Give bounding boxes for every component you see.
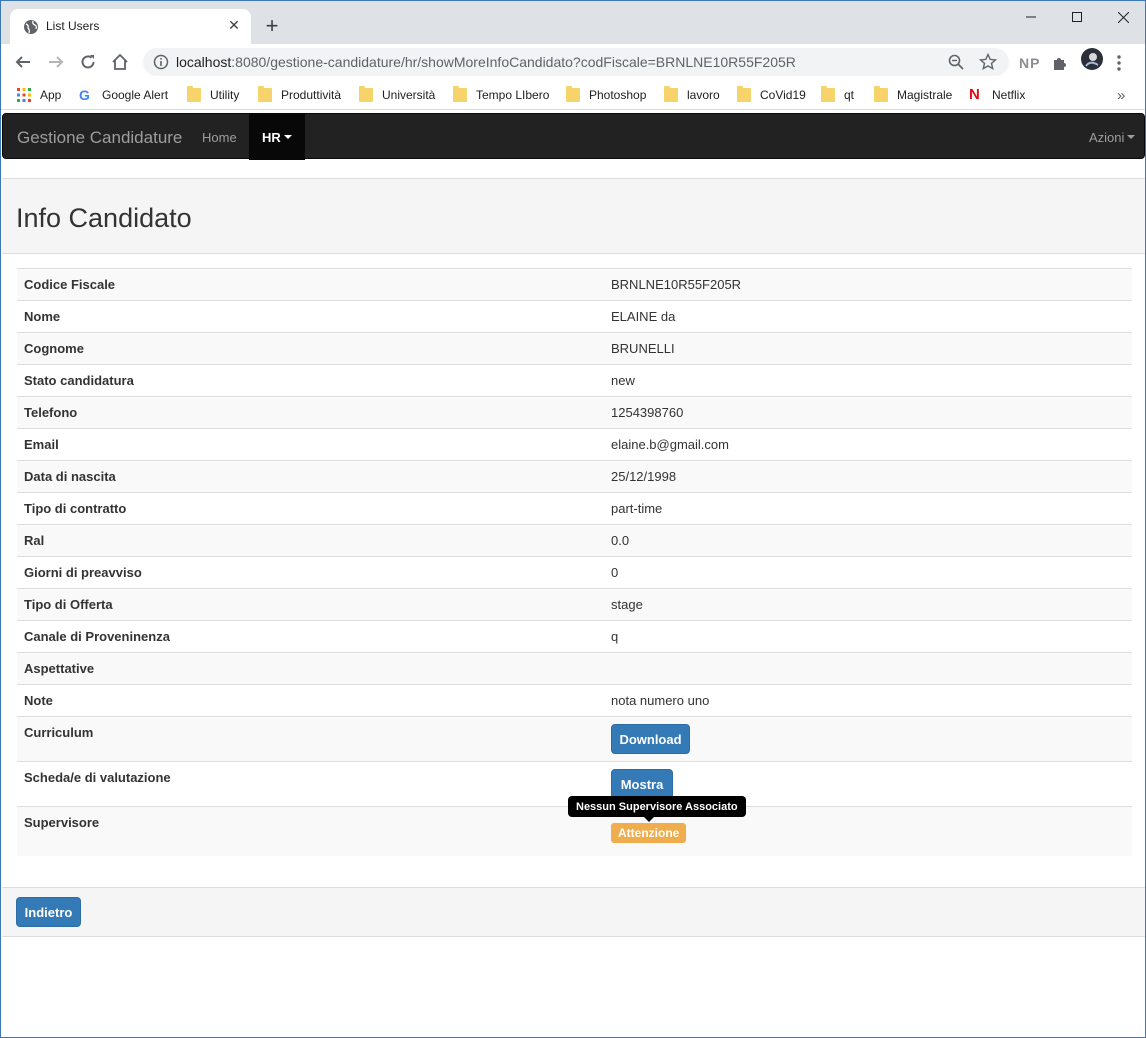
netflix-icon: N bbox=[969, 86, 980, 103]
bookmark-photoshop[interactable]: Photoshop bbox=[566, 86, 646, 104]
folder-icon bbox=[453, 86, 467, 102]
table-row: Stato candidatura new bbox=[17, 364, 1132, 396]
caret-down-icon bbox=[1127, 135, 1136, 139]
forward-arrow-icon[interactable] bbox=[44, 50, 68, 74]
table-row-curriculum: Curriculum Download bbox=[17, 716, 1132, 761]
folder-icon bbox=[821, 86, 835, 102]
panel-footer: Indietro bbox=[2, 887, 1145, 937]
url-text: localhost:8080/gestione-candidature/hr/s… bbox=[176, 54, 796, 70]
bookmark-lavoro[interactable]: lavoro bbox=[664, 86, 720, 104]
table-row: Aspettative bbox=[17, 652, 1132, 684]
download-button[interactable]: Download bbox=[611, 724, 690, 754]
mostra-button[interactable]: Mostra bbox=[611, 769, 673, 799]
bookmark-magistrale[interactable]: Magistrale bbox=[874, 86, 952, 104]
apps-grid-icon bbox=[17, 88, 31, 102]
globe-icon bbox=[24, 20, 38, 34]
folder-icon bbox=[359, 86, 373, 102]
bookmark-google-alert[interactable]: G Google Alert bbox=[79, 86, 168, 104]
menu-dots-icon[interactable] bbox=[1117, 54, 1121, 72]
maximize-icon[interactable] bbox=[1065, 7, 1089, 27]
folder-icon bbox=[664, 86, 678, 102]
folder-icon bbox=[566, 86, 580, 102]
supervisor-tooltip: Nessun Supervisore Associato bbox=[568, 796, 746, 822]
table-row: Note nota numero uno bbox=[17, 684, 1132, 716]
warning-badge[interactable]: Attenzione bbox=[611, 823, 687, 843]
close-tab-icon[interactable]: ✕ bbox=[226, 17, 242, 33]
nav-home[interactable]: Home bbox=[202, 114, 237, 160]
info-icon[interactable] bbox=[153, 54, 169, 70]
bookmark-tempo-libero[interactable]: Tempo LIbero bbox=[453, 86, 549, 104]
table-row: Email elaine.b@gmail.com bbox=[17, 428, 1132, 460]
reload-icon[interactable] bbox=[76, 50, 100, 74]
window-close-icon[interactable] bbox=[1111, 7, 1135, 27]
table-row: Telefono 1254398760 bbox=[17, 396, 1132, 428]
table-row: Data di nascita 25/12/1998 bbox=[17, 460, 1132, 492]
new-tab-icon[interactable]: + bbox=[261, 13, 283, 38]
browser-toolbar: localhost:8080/gestione-candidature/hr/s… bbox=[1, 44, 1145, 80]
profile-avatar-icon[interactable] bbox=[1081, 48, 1103, 70]
nav-azioni-dropdown[interactable]: Azioni bbox=[1089, 114, 1136, 160]
extensions-puzzle-icon[interactable] bbox=[1051, 54, 1069, 72]
navbar: Gestione Candidature Home HR Azioni bbox=[2, 113, 1145, 160]
table-row: Codice Fiscale BRNLNE10R55F205R bbox=[17, 268, 1132, 300]
bookmark-app[interactable]: App bbox=[17, 86, 61, 104]
np-extension-icon[interactable]: NP bbox=[1019, 54, 1040, 72]
browser-window: List Users ✕ + localhost:8080/gestione-c… bbox=[0, 0, 1146, 1038]
panel-heading: Info Candidato bbox=[2, 178, 1145, 254]
tab-title: List Users bbox=[46, 19, 100, 33]
bookmark-universita[interactable]: Università bbox=[359, 86, 435, 104]
table-row: Tipo di contratto part-time bbox=[17, 492, 1132, 524]
table-row: Tipo di Offerta stage bbox=[17, 588, 1132, 620]
folder-icon bbox=[258, 86, 272, 102]
folder-icon bbox=[737, 86, 751, 102]
bookmark-produttivita[interactable]: Produttività bbox=[258, 86, 341, 104]
bookmarks-overflow-icon[interactable]: » bbox=[1117, 86, 1125, 104]
caret-down-icon bbox=[283, 135, 292, 139]
bookmarks-bar: App G Google Alert Utility Produttività … bbox=[1, 80, 1145, 110]
table-row: Cognome BRUNELLI bbox=[17, 332, 1132, 364]
zoom-icon[interactable] bbox=[947, 53, 965, 71]
home-icon[interactable] bbox=[108, 50, 132, 74]
indietro-button[interactable]: Indietro bbox=[16, 897, 81, 927]
table-row: Nome ELAINE da bbox=[17, 300, 1132, 332]
bookmark-qt[interactable]: qt bbox=[821, 86, 854, 104]
browser-tab[interactable]: List Users ✕ bbox=[10, 9, 251, 44]
back-arrow-icon[interactable] bbox=[11, 50, 35, 74]
minimize-icon[interactable] bbox=[1019, 7, 1043, 27]
nav-hr-dropdown[interactable]: HR bbox=[249, 114, 305, 160]
navbar-brand[interactable]: Gestione Candidature bbox=[17, 128, 182, 148]
table-row: Ral 0.0 bbox=[17, 524, 1132, 556]
folder-icon bbox=[874, 86, 888, 102]
tab-strip: List Users ✕ + bbox=[1, 1, 1145, 44]
bookmark-star-icon[interactable] bbox=[979, 53, 997, 71]
page-title: Info Candidato bbox=[16, 203, 192, 233]
candidate-info-table: Codice Fiscale BRNLNE10R55F205R Nome ELA… bbox=[17, 268, 1132, 856]
table-row: Canale di Proveninenza q bbox=[17, 620, 1132, 652]
web-page: Gestione Candidature Home HR Azioni Info… bbox=[1, 111, 1145, 1037]
bookmark-netflix[interactable]: N Netflix bbox=[969, 86, 1025, 104]
address-bar[interactable]: localhost:8080/gestione-candidature/hr/s… bbox=[143, 48, 1009, 76]
bookmark-utility[interactable]: Utility bbox=[187, 86, 239, 104]
google-icon: G bbox=[79, 87, 90, 103]
table-row: Giorni di preavviso 0 bbox=[17, 556, 1132, 588]
bookmark-covid19[interactable]: CoVid19 bbox=[737, 86, 806, 104]
folder-icon bbox=[187, 86, 201, 102]
